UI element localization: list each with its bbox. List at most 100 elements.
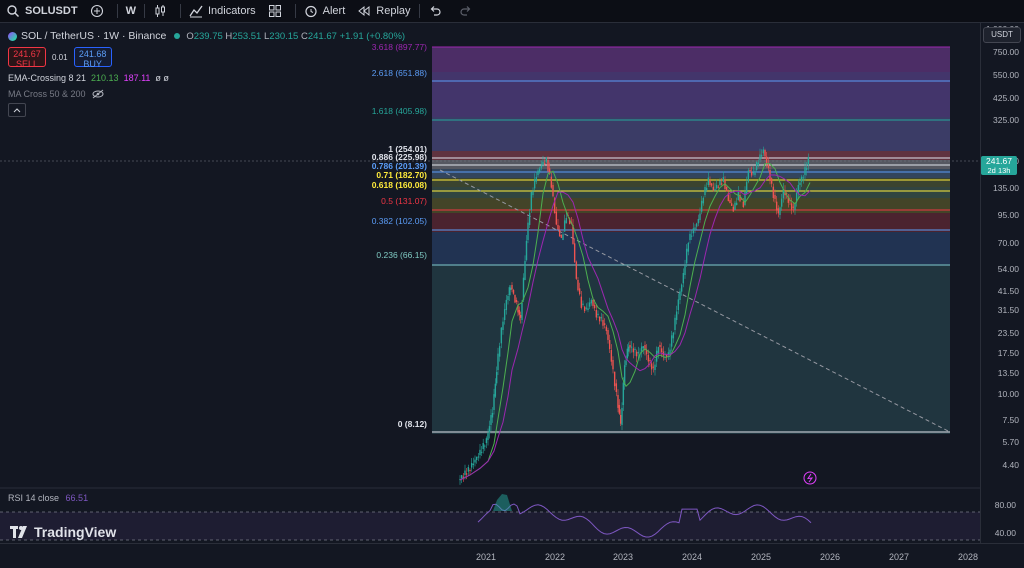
candle-body [573,243,576,262]
candle-body [625,360,627,365]
current-price-value: 241.67 [986,156,1012,166]
ema-label: EMA-Crossing 8 21 [8,73,87,83]
candle-body [490,415,492,425]
candle-body [518,310,521,315]
candle-body [732,206,735,212]
candle-body [704,187,706,195]
candle-body [685,248,688,264]
layouts-button[interactable] [262,0,293,22]
candle-body [525,240,528,260]
redo-icon [460,6,470,16]
redo-button[interactable] [453,0,484,22]
candle-body [725,186,728,192]
rsi-legend[interactable]: RSI 14 close 66.51 [8,493,88,503]
lightning-icon[interactable] [803,471,817,485]
candle-body [677,299,680,310]
price-axis-label: 325.00 [993,115,1019,125]
candle-body [511,285,513,290]
time-axis[interactable]: 2021 2022 2023 2024 2025 2026 2027 2028 [0,543,1024,568]
rsi-level-80: 80.00 [994,500,1016,510]
candle-body [652,366,655,368]
candle-body [575,261,578,279]
candle-body [749,170,751,171]
eye-hidden-icon[interactable] [92,89,104,99]
interval-button[interactable]: W [120,0,142,22]
candle-body [502,321,504,330]
candle-body [512,290,515,294]
undo-button[interactable] [422,0,453,22]
indicators-button[interactable]: Indicators [183,0,262,22]
candle-body [719,180,721,185]
candle-body [545,157,548,162]
candle-body [660,348,663,353]
candle-body [607,330,609,340]
candle-body [627,346,630,352]
candle-body [777,208,780,214]
candle-body [700,200,703,212]
indicators-icon [189,5,203,18]
market-open-dot [174,33,181,39]
price-axis-label: 13.50 [997,368,1019,378]
fib-level-label: 0.618 (160.08) [371,180,427,190]
candle-body [807,157,810,165]
time-axis-label: 2026 [820,552,841,562]
candle-body [507,295,509,300]
candle-body [590,299,593,304]
candle-body [464,470,466,475]
candle-body [482,443,484,449]
tradingview-logo[interactable]: TradingView [10,524,116,540]
candle-body [649,360,651,362]
candle-body [714,189,716,191]
candle-body [674,317,676,330]
candle-body [747,170,750,182]
rsi-band [0,512,980,540]
chart-type-button[interactable] [147,0,178,22]
candle-body [780,198,783,207]
candle-body [514,295,516,303]
candle-body [730,203,733,206]
candle-body [560,235,563,238]
buy-button[interactable]: 241.68 BUY [73,47,112,69]
candle-body [495,372,498,384]
sell-button[interactable]: 241.67 SELL [8,47,46,69]
trade-buttons-row: 241.67 SELL 0.01 241.68 BUY [8,44,405,70]
candle-body [680,284,683,292]
candle-body [702,197,705,204]
candle-body [494,383,497,397]
candle-body [697,218,700,224]
alert-button[interactable]: Alert [298,0,352,22]
collapse-legend-button[interactable] [8,103,26,117]
currency-selector[interactable]: USDT [983,27,1021,43]
candle-body [675,311,678,320]
symbol-search[interactable]: SOLUSDT [0,0,84,22]
collapse-legend-row [8,102,405,118]
fibonacci-retracement[interactable] [432,46,950,434]
rsi-level-40: 40.00 [994,528,1016,538]
ma-legend-row[interactable]: MA Cross 50 & 200 [8,86,405,102]
ema-value-1: 210.13 [91,73,119,83]
fib-band [432,213,950,232]
compare-button[interactable] [84,0,115,22]
candle-body [621,407,623,425]
price-axis-label: 41.50 [997,286,1019,296]
candle-body [717,186,720,188]
plus-circle-icon [90,4,103,18]
candle-body [699,213,701,220]
chart-legend: SOL / TetherUS · 1W · Binance O239.75 H2… [8,28,405,118]
candle-body [491,412,494,418]
candle-body [707,177,710,185]
candle-body [729,200,731,204]
candle-body [585,307,588,309]
alert-label: Alert [322,5,346,17]
candle-body [497,353,499,370]
symbol-legend-row[interactable]: SOL / TetherUS · 1W · Binance O239.75 H2… [8,28,405,44]
replay-button[interactable]: Replay [351,0,416,22]
candle-body [555,211,558,225]
candle-body [557,225,559,230]
sell-price: 241.67 [13,49,41,59]
candle-body [630,346,633,348]
ema-legend-row[interactable]: EMA-Crossing 8 21 210.13 187.11 ø ø [8,70,405,86]
current-price-tag: 241.67 2d 13h [981,156,1017,175]
price-axis[interactable]: 1,000.00750.00550.00425.00325.00185.0013… [980,23,1024,543]
candle-body [800,176,803,182]
